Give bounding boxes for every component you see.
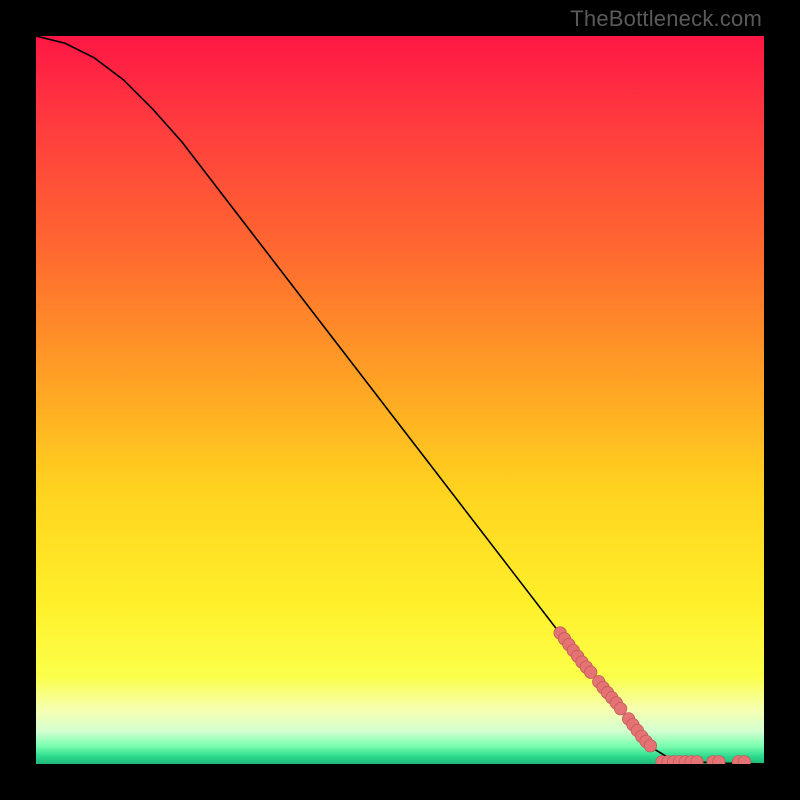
data-marker bbox=[713, 756, 725, 764]
data-marker bbox=[614, 702, 626, 714]
data-marker bbox=[691, 756, 703, 764]
data-markers bbox=[554, 627, 751, 764]
chart-frame: TheBottleneck.com bbox=[0, 0, 800, 800]
watermark-text: TheBottleneck.com bbox=[570, 6, 762, 32]
curve-layer bbox=[36, 36, 764, 764]
plot-area bbox=[36, 36, 764, 764]
data-marker bbox=[644, 740, 656, 752]
data-marker bbox=[738, 756, 750, 764]
main-curve bbox=[36, 36, 764, 764]
